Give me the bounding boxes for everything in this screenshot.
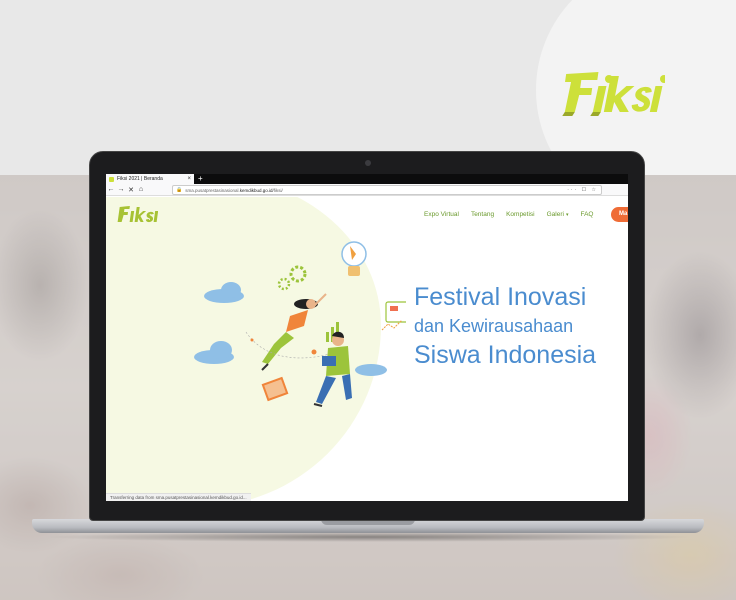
laptop-screen: Fiksi 2021 | Beranda × + ← → ✕ ⌂ 🔒 sma.p… <box>106 174 628 501</box>
url-text: sma.pusatprestasinasional.kemdikbud.go.i… <box>185 187 283 193</box>
laptop-lid: Fiksi 2021 | Beranda × + ← → ✕ ⌂ 🔒 sma.p… <box>89 151 645 521</box>
status-bar: Transferring data from sma.pusatprestasi… <box>106 493 251 501</box>
hero-illustration <box>194 241 406 407</box>
nav-galeri-label: Galeri <box>546 211 564 218</box>
web-page: Expo Virtual Tentang Kompetisi Galeri ▾ F… <box>106 197 628 501</box>
cloud-icon <box>355 364 387 376</box>
chart-card-icon <box>385 301 406 323</box>
stop-icon[interactable]: ✕ <box>126 186 136 194</box>
forward-icon[interactable]: → <box>116 186 126 193</box>
nav-galeri[interactable]: Galeri ▾ <box>547 211 569 218</box>
browser-nav-bar: ← → ✕ ⌂ 🔒 sma.pusatprestasinasional.kemd… <box>106 184 628 196</box>
browser-tab[interactable]: Fiksi 2021 | Beranda × <box>106 174 194 184</box>
tab-title: Fiksi 2021 | Beranda <box>117 176 163 182</box>
hero-line-3: Siswa Indonesia <box>414 341 597 369</box>
hero-title: Festival Inovasi dan Kewirausahaan Siswa… <box>414 282 596 370</box>
nav-faq[interactable]: FAQ <box>580 211 593 218</box>
tab-close-icon[interactable]: × <box>187 176 191 182</box>
url-actions-icon[interactable]: ··· ☐ ☆ <box>567 187 598 193</box>
gear-icon <box>289 265 307 283</box>
back-icon[interactable]: ← <box>106 186 116 193</box>
site-logo[interactable] <box>116 205 158 225</box>
chevron-down-icon: ▾ <box>565 212 569 218</box>
hero-line-1: Festival Inovasi <box>414 283 587 311</box>
nav-expo-virtual[interactable]: Expo Virtual <box>424 211 459 218</box>
browser-tab-bar: Fiksi 2021 | Beranda × + <box>106 174 628 184</box>
favicon-icon <box>109 176 114 182</box>
hero-line-2: dan Kewirausahaan <box>414 316 574 336</box>
nav-tentang[interactable]: Tentang <box>471 211 494 218</box>
fiksi-brand-logo <box>562 72 665 116</box>
new-tab-button[interactable]: + <box>198 174 203 184</box>
nav-kompetisi[interactable]: Kompetisi <box>506 211 535 218</box>
cta-button[interactable]: Ma <box>611 207 628 222</box>
camera-icon <box>365 160 371 166</box>
lock-icon: 🔒 <box>176 187 183 193</box>
url-bar[interactable]: 🔒 sma.pusatprestasinasional.kemdikbud.go… <box>172 185 602 195</box>
home-icon[interactable]: ⌂ <box>136 186 146 193</box>
gear-icon <box>277 277 291 291</box>
laptop-icon <box>322 356 336 366</box>
site-nav: Expo Virtual Tentang Kompetisi Galeri ▾ F… <box>424 211 594 218</box>
laptop-shadow <box>40 532 696 542</box>
